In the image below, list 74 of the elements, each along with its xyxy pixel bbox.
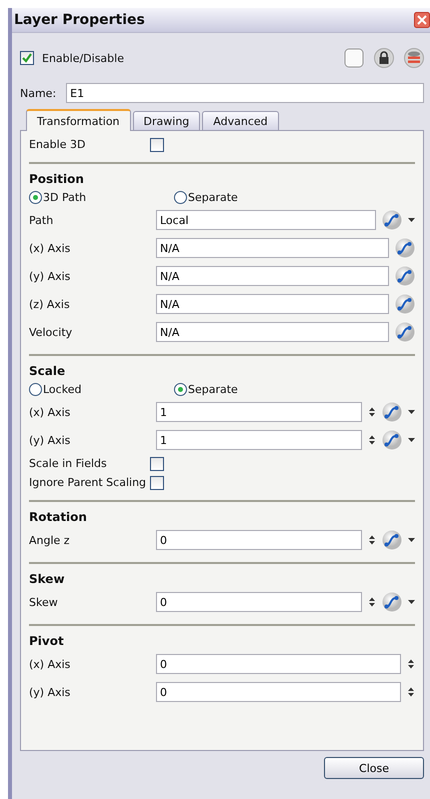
field-label: (x) Axis — [29, 406, 72, 418]
text-field[interactable]: N/A — [156, 294, 389, 314]
text-field[interactable]: 0 — [156, 530, 362, 550]
spinner-arrows-icon[interactable] — [368, 435, 376, 445]
radio-label: Separate — [188, 382, 238, 396]
curve-icon[interactable] — [395, 294, 415, 314]
field-label: Skew — [29, 596, 59, 608]
checkbox[interactable] — [150, 476, 164, 490]
lock-icon[interactable] — [374, 48, 394, 68]
caret-icon[interactable] — [408, 218, 415, 222]
curve-icon[interactable] — [395, 266, 415, 286]
section-heading: Position — [29, 171, 85, 188]
radio-button[interactable] — [29, 382, 42, 396]
curve-icon[interactable] — [382, 210, 402, 230]
field-label: Enable 3D — [29, 138, 86, 151]
text-field[interactable]: 1 — [156, 402, 362, 422]
spinner-arrows-icon[interactable] — [368, 535, 376, 545]
text-field[interactable]: N/A — [156, 238, 389, 258]
section-heading: Scale — [29, 363, 66, 380]
field-label: Angle z — [29, 534, 71, 546]
radio-label: 3D Path — [43, 190, 86, 204]
text-field[interactable]: N/A — [156, 266, 389, 286]
window-title: Layer Properties — [14, 12, 145, 28]
field-label: (y) Axis — [29, 686, 72, 698]
close-icon[interactable] — [414, 12, 430, 28]
caret-icon[interactable] — [408, 600, 415, 604]
radio-button[interactable] — [174, 190, 187, 204]
spinner-arrows-icon[interactable] — [368, 597, 376, 607]
checkbox-label: Enable/Disable — [42, 52, 124, 64]
stack-icon[interactable] — [404, 48, 424, 68]
radio-button[interactable] — [174, 382, 187, 396]
section-heading: Rotation — [29, 509, 88, 526]
tab[interactable]: Advanced — [202, 111, 279, 130]
close-button[interactable]: Close — [324, 757, 424, 779]
curve-icon[interactable] — [382, 592, 402, 612]
spinner-arrows-icon[interactable] — [368, 407, 376, 417]
tab[interactable]: Drawing — [132, 111, 200, 130]
text-field[interactable]: Local — [156, 210, 376, 230]
curve-icon[interactable] — [382, 402, 402, 422]
checkbox[interactable] — [150, 138, 164, 152]
field-label: Scale in Fields — [29, 457, 108, 470]
field-label: (x) Axis — [29, 658, 72, 670]
curve-icon[interactable] — [395, 238, 415, 258]
caret-icon[interactable] — [408, 410, 415, 414]
field-label: (z) Axis — [29, 298, 71, 310]
radio-label: Separate — [188, 190, 238, 204]
curve-icon[interactable] — [382, 530, 402, 550]
text-field[interactable]: 0 — [156, 654, 401, 674]
text-field[interactable]: 0 — [156, 682, 401, 702]
field-label: (y) Axis — [29, 270, 72, 282]
text-field[interactable]: N/A — [156, 322, 389, 342]
section-heading: Skew — [29, 571, 66, 588]
section-heading: Pivot — [29, 633, 65, 650]
curve-icon[interactable] — [382, 430, 402, 450]
text-field[interactable]: 1 — [156, 430, 362, 450]
caret-icon[interactable] — [408, 538, 415, 542]
field-label: (x) Axis — [29, 242, 72, 254]
name-field[interactable]: E1 — [66, 83, 424, 103]
name-label: Name: — [20, 86, 56, 100]
radio-button[interactable] — [29, 190, 42, 204]
checkbox[interactable] — [150, 456, 164, 470]
field-label: Velocity — [29, 326, 74, 338]
caret-icon[interactable] — [408, 438, 415, 442]
field-label: Path — [29, 214, 54, 226]
text-field[interactable]: 0 — [156, 592, 362, 612]
field-label: Ignore Parent Scaling — [29, 476, 148, 489]
radio-label: Locked — [43, 382, 82, 396]
field-label: (y) Axis — [29, 434, 72, 446]
square-toggle-icon[interactable] — [344, 48, 364, 68]
checkbox[interactable] — [20, 51, 34, 65]
tab[interactable]: Transformation — [26, 109, 131, 131]
curve-icon[interactable] — [395, 322, 415, 342]
spinner-arrows-icon[interactable] — [407, 687, 415, 697]
spinner-arrows-icon[interactable] — [407, 659, 415, 669]
